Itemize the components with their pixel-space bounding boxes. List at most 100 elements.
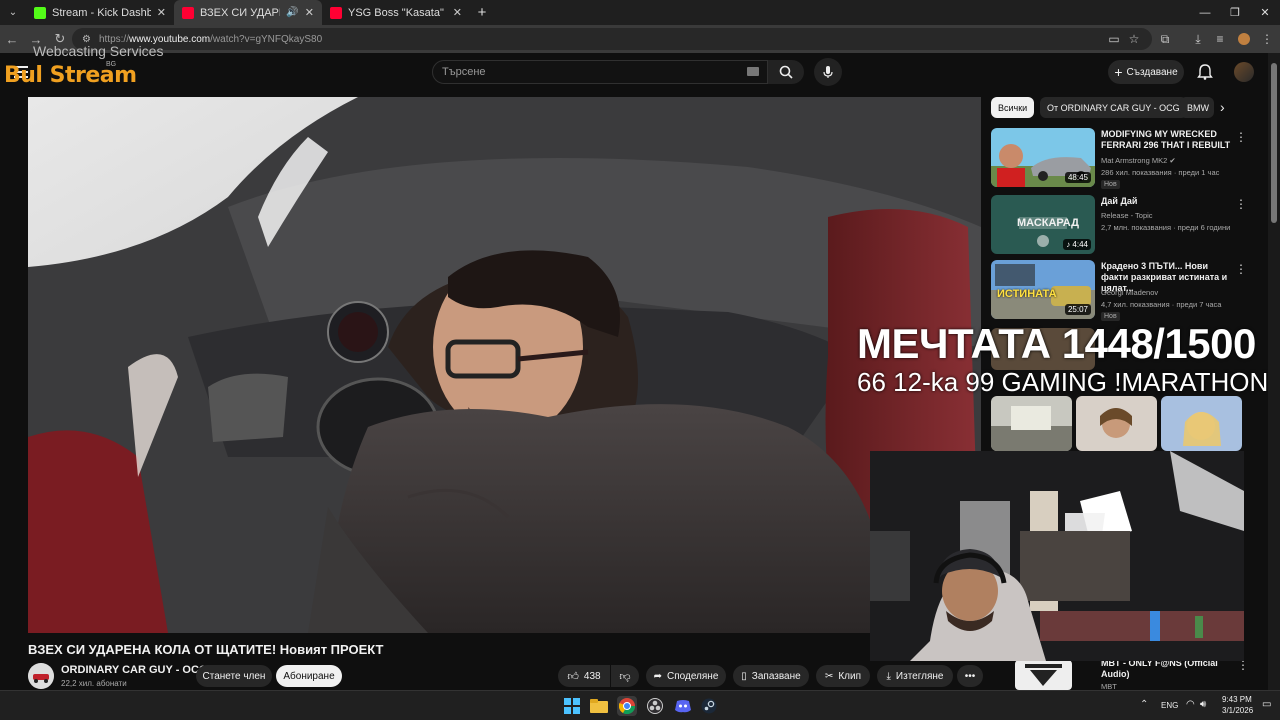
recommendation-channel[interactable]: Georgi Mladenov	[1101, 288, 1158, 297]
cast-icon[interactable]: ▭	[1103, 28, 1125, 50]
wifi-icon[interactable]: ◠	[1186, 699, 1195, 710]
recommendation-item[interactable]: МАСКАРАД ♪ 4:44 Дай Дай Release - Topic …	[991, 195, 1261, 255]
recommendation-meta: 286 хил. показвания · преди 1 час	[1101, 168, 1220, 177]
tab-kick-dashboard[interactable]: Stream - Kick Dashboard ✕	[26, 0, 174, 25]
extensions-icon[interactable]: ⧉	[1154, 28, 1176, 50]
create-button[interactable]: + Създаване	[1108, 60, 1184, 84]
show-hidden-icons[interactable]: ⌃	[1140, 699, 1148, 710]
back-icon[interactable]: ←	[0, 25, 24, 53]
steam-icon[interactable]	[699, 696, 719, 716]
video-thumbnail[interactable]: МАСКАРАД ♪ 4:44	[991, 195, 1095, 254]
subscribe-button[interactable]: Абониране	[276, 665, 342, 687]
thumbnail-text: ИСТИНАТА	[997, 288, 1057, 300]
dislike-button[interactable]: 👎︎	[611, 665, 639, 687]
tab-ysg-boss[interactable]: YSG Boss "Kasata" 2016 (ft. Gar ✕	[322, 0, 470, 25]
chrome-icon[interactable]	[617, 696, 637, 716]
video-duration: 48:45	[1064, 172, 1091, 183]
more-options-icon[interactable]: ⋮	[1235, 197, 1247, 211]
like-button[interactable]: 👍︎ 438	[558, 665, 610, 687]
video-thumbnail[interactable]	[1015, 660, 1072, 690]
file-explorer-icon[interactable]	[589, 696, 609, 716]
thumbs-down-icon: 👎︎	[619, 670, 631, 683]
input-language[interactable]: ENG	[1161, 701, 1178, 710]
minimize-icon[interactable]: —	[1190, 0, 1220, 25]
channel-name[interactable]: ORDINARY CAR GUY - OCG	[61, 664, 207, 676]
thumbs-up-icon: 👍︎	[567, 670, 579, 683]
notifications-bell-icon[interactable]	[1196, 63, 1214, 81]
download-icon: ⤓	[886, 670, 891, 682]
chip-from-channel[interactable]: От ORDINARY CAR GUY - OCG	[1040, 97, 1187, 118]
share-button[interactable]: ➦ Споделяне	[646, 665, 726, 687]
chevron-right-icon[interactable]: ›	[1220, 99, 1225, 115]
video-thumbnail[interactable]: 48:45	[991, 128, 1095, 187]
join-button[interactable]: Станете член	[196, 665, 272, 687]
country-code: BG	[106, 61, 117, 68]
search-icon	[779, 65, 793, 79]
recommendation-title[interactable]: MBT - ONLY F@NS (Official Audio)	[1101, 658, 1241, 680]
recommendation-item[interactable]: ИСТИНАТА 25:07 Крадено 3 ПЪТИ... Нови фа…	[991, 260, 1261, 321]
volume-icon[interactable]: 🔊︎	[1200, 699, 1206, 710]
tab-close-icon[interactable]: ✕	[157, 6, 166, 19]
plus-icon: +	[1114, 64, 1123, 80]
new-badge: Нов	[1101, 180, 1120, 189]
taskbar-clock-time[interactable]: 9:43 PM	[1222, 695, 1252, 704]
shorts-thumbnail[interactable]	[1161, 396, 1242, 451]
taskbar-clock-date[interactable]: 3/1/2026	[1222, 706, 1253, 715]
browser-menu-icon[interactable]: ⋮	[1256, 28, 1278, 50]
notification-center-icon[interactable]: ▭	[1262, 699, 1271, 710]
maximize-icon[interactable]: ❐	[1220, 0, 1250, 25]
bookmark-icon: ▯	[741, 670, 747, 682]
save-button[interactable]: ▯ Запазване	[733, 665, 809, 687]
download-button[interactable]: ⤓ Изтегляне	[877, 665, 953, 687]
stream-marathon-overlay: 66 12-ka 99 GAMING !MARATHON	[857, 367, 1269, 397]
more-actions-button[interactable]: •••	[957, 665, 983, 687]
video-player[interactable]	[28, 97, 981, 633]
address-bar[interactable]: ⚙ https://www.youtube.com/watch?v=gYNFQk…	[72, 28, 1152, 50]
tab-search-dropdown[interactable]: ⌄	[0, 0, 26, 25]
speaker-icon[interactable]: 🔊	[286, 7, 298, 18]
recommendation-channel[interactable]: Release - Topic	[1101, 211, 1153, 220]
recommendation-item[interactable]: MBT - ONLY F@NS (Official Audio) MBT ⋮	[1015, 658, 1265, 691]
recommendation-item[interactable]: 48:45 MODIFYING MY WRECKED FERRARI 296 T…	[991, 128, 1261, 189]
new-tab-button[interactable]: +	[470, 4, 494, 21]
search-button[interactable]	[768, 60, 804, 84]
share-arrow-icon: ➦	[653, 670, 662, 682]
chip-bmw[interactable]: BMW	[1180, 97, 1214, 118]
clip-button[interactable]: ✂ Клип	[816, 665, 870, 687]
recommendation-title[interactable]: Дай Дай	[1101, 196, 1236, 207]
recommendation-title[interactable]: MODIFYING MY WRECKED FERRARI 296 THAT I …	[1101, 129, 1236, 151]
youtube-favicon-icon	[330, 6, 342, 19]
channel-avatar[interactable]	[28, 663, 54, 689]
browser-toolbar: ← → ↻ ⚙ https://www.youtube.com/watch?v=…	[0, 25, 1280, 53]
video-thumbnail[interactable]: ИСТИНАТА 25:07	[991, 260, 1095, 319]
thumbnail-text: МАСКАРАД	[1017, 217, 1079, 229]
tab-close-icon[interactable]: ✕	[453, 6, 462, 19]
recommendation-channel[interactable]: Mat Armstrong MK2 ✔	[1101, 156, 1176, 165]
voice-search-button[interactable]	[814, 58, 842, 86]
youtube-masthead: Bul Stream BG Търсене + Създаване	[0, 53, 1268, 91]
scrollbar-thumb[interactable]	[1271, 63, 1277, 223]
profile-avatar-icon[interactable]	[1233, 28, 1255, 50]
more-options-icon[interactable]: ⋮	[1235, 262, 1247, 276]
close-window-icon[interactable]: ✕	[1250, 0, 1280, 25]
keyboard-icon[interactable]	[747, 67, 759, 76]
account-avatar[interactable]	[1234, 62, 1254, 82]
tab-close-icon[interactable]: ✕	[305, 6, 314, 19]
bookmark-star-icon[interactable]: ☆	[1123, 28, 1145, 50]
downloads-icon[interactable]: ⤓	[1187, 28, 1209, 50]
obs-icon[interactable]	[645, 696, 665, 716]
media-controls-icon[interactable]: ≡	[1209, 28, 1231, 50]
stream-goal-overlay: МЕЧТАТА 1448/1500	[857, 320, 1256, 367]
shorts-thumbnail[interactable]	[1076, 396, 1157, 451]
discord-icon[interactable]	[673, 696, 693, 716]
page-scrollbar[interactable]	[1268, 53, 1280, 690]
search-input[interactable]: Търсене	[432, 60, 768, 84]
microphone-icon	[823, 66, 833, 78]
shorts-thumbnail[interactable]	[991, 396, 1072, 451]
start-menu-icon[interactable]	[562, 696, 582, 716]
more-options-icon[interactable]: ⋮	[1235, 130, 1247, 144]
kick-favicon-icon	[34, 6, 46, 19]
tab-title: Stream - Kick Dashboard	[52, 6, 151, 19]
tab-youtube-video[interactable]: ВЗЕХ СИ УДАРЕНА КОЛА 🔊 ✕	[174, 0, 322, 25]
chip-all[interactable]: Всички	[991, 97, 1035, 118]
